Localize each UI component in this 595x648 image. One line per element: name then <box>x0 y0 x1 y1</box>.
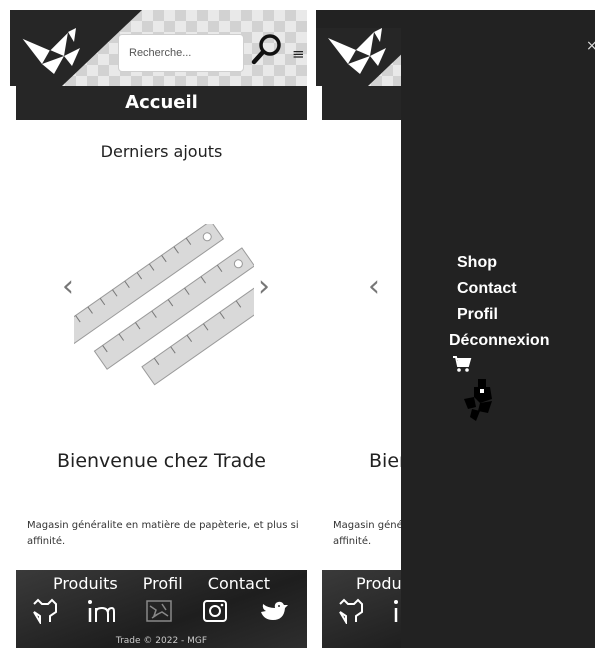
origami-fox-logo-icon[interactable] <box>20 28 84 76</box>
nav-item-contact[interactable]: Contact <box>457 276 549 302</box>
nav-item-deconnexion[interactable]: Déconnexion <box>449 328 549 354</box>
footer-link-produits[interactable]: Produits <box>53 574 118 593</box>
close-button[interactable]: × <box>586 38 595 54</box>
footer-link-contact[interactable]: Contact <box>208 574 270 593</box>
copyright: Trade © 2022 - MGF <box>115 636 208 646</box>
menu-open-screen: ‹ Bier Magasin géné affinité. Produ × Sh… <box>316 10 595 648</box>
header: ≡ <box>10 10 307 86</box>
footer-link-profil[interactable]: Profil <box>143 574 183 593</box>
github-icon[interactable] <box>30 598 60 624</box>
side-menu-nav: Shop Contact Profil Déconnexion <box>449 250 549 354</box>
magnifier-icon[interactable] <box>250 32 284 66</box>
main-content: Derniers ajouts ‹ › Bienvenue chez Trade… <box>16 120 307 570</box>
carousel-prev-button[interactable]: ‹ <box>368 272 380 302</box>
home-screen: ≡ Accueil Derniers ajouts ‹ <box>10 10 307 648</box>
carousel-next-button[interactable]: › <box>258 272 270 302</box>
linkedin-icon[interactable] <box>86 598 116 624</box>
map-icon[interactable] <box>144 598 174 624</box>
bird-icon[interactable] <box>258 598 288 624</box>
nav-item-profil[interactable]: Profil <box>457 302 549 328</box>
shop-description: Magasin généralite en matière de papèter… <box>27 520 299 547</box>
cart-icon[interactable] <box>452 355 472 373</box>
hamburger-icon[interactable]: ≡ <box>292 47 305 62</box>
nav-item-shop[interactable]: Shop <box>457 250 549 276</box>
section-title: Derniers ajouts <box>100 142 223 161</box>
origami-fox-logo-icon[interactable] <box>326 28 390 76</box>
footer: Produits Profil Contact Trade © 2022 - M… <box>16 570 307 648</box>
side-menu-top <box>316 10 595 28</box>
footer-link-produits-partial[interactable]: Produ <box>356 574 402 593</box>
welcome-heading: Bienvenue chez Trade <box>57 450 266 472</box>
page-title: Accueil <box>16 86 307 120</box>
footer-links: Produits Profil Contact <box>16 574 307 593</box>
instagram-icon[interactable] <box>200 598 230 624</box>
rulers-product-image <box>74 224 254 386</box>
carousel-prev-button[interactable]: ‹ <box>62 272 74 302</box>
search-input[interactable] <box>118 34 244 72</box>
pixel-mascot-icon[interactable] <box>462 379 496 421</box>
github-icon[interactable] <box>336 598 366 624</box>
